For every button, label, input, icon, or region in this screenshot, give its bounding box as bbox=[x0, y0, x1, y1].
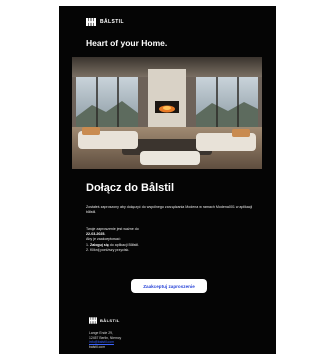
step-item: 2. Kliknij poniższy przycisk. bbox=[86, 248, 256, 253]
intro-text: Zostałeś zaproszony aby dołączyć do wspó… bbox=[86, 205, 253, 214]
brand-logo-icon bbox=[89, 317, 97, 324]
step-emphasis: Zaloguj się bbox=[90, 242, 109, 247]
brand-name: BÅLSTIL bbox=[100, 19, 124, 25]
step-number: 2. bbox=[86, 247, 89, 252]
footer-website[interactable]: balstil.com bbox=[89, 345, 209, 350]
accept-invitation-button[interactable]: Zaakceptuj zaproszenie bbox=[131, 279, 207, 293]
step-text: Kliknij poniższy przycisk. bbox=[90, 247, 130, 252]
hero-image bbox=[72, 57, 262, 169]
step-text: do aplikacji Bålstil. bbox=[109, 242, 140, 247]
step-number: 1. bbox=[86, 242, 89, 247]
footer-logo: BÅLSTIL bbox=[89, 317, 120, 324]
email-headline: Heart of your Home. bbox=[86, 38, 168, 48]
email-title: Dołącz do Bålstil bbox=[86, 182, 175, 194]
header-logo: BÅLSTIL bbox=[86, 18, 124, 26]
footer-address: Lange Ende 29, 12457 Berlin, Niemcy info… bbox=[89, 331, 209, 349]
email-body: BÅLSTIL Heart of your Home. Dołącz do Bå… bbox=[59, 6, 276, 354]
invitation-details: Twoje zaproszenie jest ważne do 22-03-20… bbox=[86, 227, 256, 253]
brand-logo-icon bbox=[86, 18, 96, 26]
footer-brand-name: BÅLSTIL bbox=[100, 318, 120, 323]
